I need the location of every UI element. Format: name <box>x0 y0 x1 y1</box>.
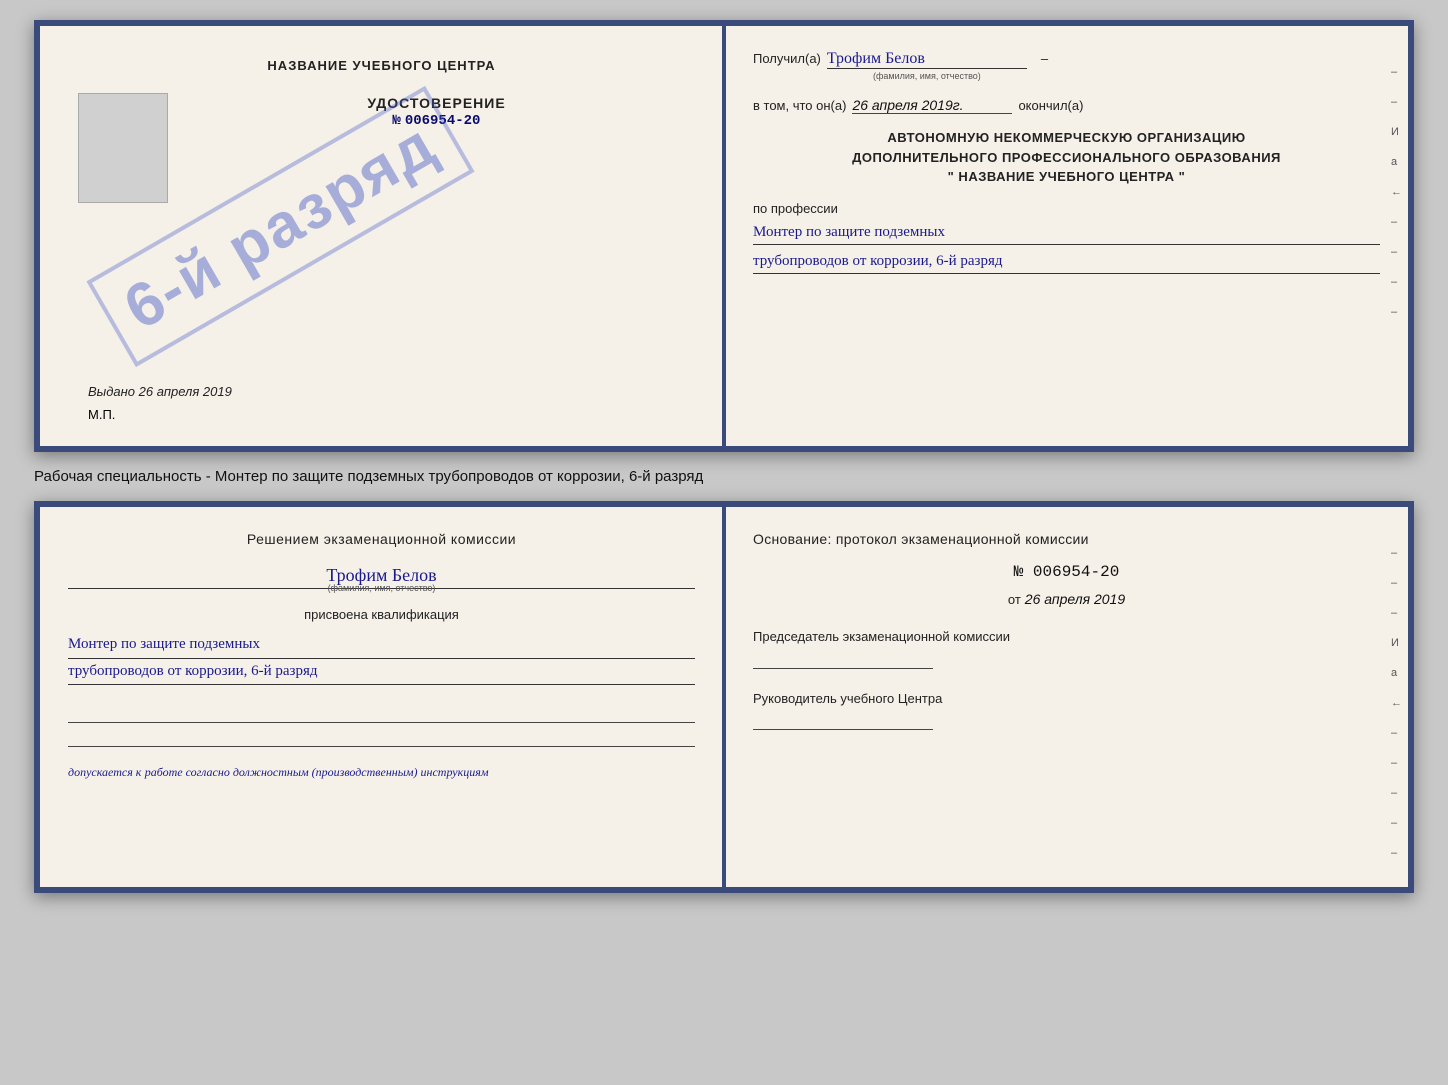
org-line3: " НАЗВАНИЕ УЧЕБНОГО ЦЕНТРА " <box>753 167 1380 187</box>
mark2-dash3: – <box>1391 607 1402 619</box>
top-certificate-book: НАЗВАНИЕ УЧЕБНОГО ЦЕНТРА УДОСТОВЕРЕНИЕ №… <box>34 20 1414 452</box>
predsedatel-block: Председатель экзаменационной комиссии <box>753 627 1380 669</box>
mark2-dash2: – <box>1391 577 1402 589</box>
qual-line2: трубопроводов от коррозии, 6-й разряд <box>68 659 695 686</box>
cert-number-value: 006954-20 <box>405 113 481 129</box>
po-prof-label: по профессии <box>753 201 1380 216</box>
poluchil-label: Получил(а) <box>753 51 821 66</box>
mark2-left: ← <box>1391 697 1402 709</box>
mark-dash1: – <box>1391 66 1402 78</box>
prisvoena-label: присвоена квалификация <box>68 607 695 622</box>
profession-line1: Монтер по защите подземных <box>753 220 1380 245</box>
vydano-line: Выдано 26 апреля 2019 <box>88 384 232 399</box>
mark2-dash5: – <box>1391 757 1402 769</box>
top-cert-title: НАЗВАНИЕ УЧЕБНОГО ЦЕНТРА <box>267 58 495 73</box>
top-cert-left: НАЗВАНИЕ УЧЕБНОГО ЦЕНТРА УДОСТОВЕРЕНИЕ №… <box>40 26 725 446</box>
ruk-label: Руководитель учебного Центра <box>753 689 1380 709</box>
mark2-i: И <box>1391 637 1402 649</box>
bottom-left-name-sub: (фамилия, имя, отчество) <box>68 583 695 593</box>
blank-line-2 <box>68 727 695 747</box>
mark-a: а <box>1391 156 1402 168</box>
mark2-dash4: – <box>1391 727 1402 739</box>
blank-lines <box>68 703 695 747</box>
mark-dash3: – <box>1391 216 1402 228</box>
org-block: АВТОНОМНУЮ НЕКОММЕРЧЕСКУЮ ОРГАНИЗАЦИЮ ДО… <box>753 128 1380 187</box>
mark-dash5: – <box>1391 276 1402 288</box>
mark2-dash6: – <box>1391 787 1402 799</box>
cert2-date: 26 апреля 2019 <box>1025 591 1125 607</box>
top-cert-right: Получил(а) Трофим Белов – (фамилия, имя,… <box>725 26 1408 446</box>
vtom-label: в том, что он(а) <box>753 98 846 113</box>
mark-left: ← <box>1391 186 1402 198</box>
bottom-cert-right: Основание: протокол экзаменационной коми… <box>725 507 1408 887</box>
bottom-cert-left: Решением экзаменационной комиссии Трофим… <box>40 507 725 887</box>
right-side-marks2: – – – И а ← – – – – – <box>1391 547 1402 859</box>
mark-dash4: – <box>1391 246 1402 258</box>
bottom-left-title: Решением экзаменационной комиссии <box>68 531 695 547</box>
prof-section: по профессии Монтер по защите подземных … <box>753 201 1380 274</box>
mark2-dash8: – <box>1391 847 1402 859</box>
vtom-date: 26 апреля 2019г. <box>852 97 1012 114</box>
qual-line1: Монтер по защите подземных <box>68 632 695 659</box>
org-line2: ДОПОЛНИТЕЛЬНОГО ПРОФЕССИОНАЛЬНОГО ОБРАЗО… <box>753 148 1380 168</box>
vydano-label: Выдано <box>88 384 135 399</box>
mark-dash2: – <box>1391 96 1402 108</box>
cert-photo-placeholder <box>78 93 168 203</box>
okochil-label: окончил(а) <box>1018 98 1083 113</box>
dopuskaetsya-label: допускается к <box>68 765 141 779</box>
cert-number: № 006954-20 <box>393 111 481 129</box>
udost-label: УДОСТОВЕРЕНИЕ <box>367 95 505 111</box>
dopuskaetsya-value: работе согласно должностным (производств… <box>145 765 489 779</box>
mark2-dash1: – <box>1391 547 1402 559</box>
ruk-block: Руководитель учебного Центра <box>753 689 1380 731</box>
profession-line2: трубопроводов от коррозии, 6-й разряд <box>753 249 1380 274</box>
poluchil-line: Получил(а) Трофим Белов – <box>753 50 1380 69</box>
qual-block: Монтер по защите подземных трубопроводов… <box>68 632 695 685</box>
specialty-label: Рабочая специальность - Монтер по защите… <box>34 464 1414 489</box>
mark-i: И <box>1391 126 1402 138</box>
org-line1: АВТОНОМНУЮ НЕКОММЕРЧЕСКУЮ ОРГАНИЗАЦИЮ <box>753 128 1380 148</box>
mark-dash6: – <box>1391 306 1402 318</box>
dopuskaetsya-block: допускается к работе согласно должностны… <box>68 765 695 780</box>
vydano-date: 26 апреля 2019 <box>139 384 232 399</box>
bottom-certificate-book: Решением экзаменационной комиссии Трофим… <box>34 501 1414 893</box>
predsedatel-line <box>753 649 933 669</box>
date-prefix: от <box>1008 592 1021 607</box>
dash1: – <box>1041 51 1048 66</box>
cert2-number: № 006954-20 <box>753 563 1380 581</box>
poluchil-sub: (фамилия, имя, отчество) <box>873 71 1380 81</box>
mp-label: М.П. <box>88 407 232 422</box>
vtom-line: в том, что он(а) 26 апреля 2019г. окончи… <box>753 97 1380 114</box>
ruk-line <box>753 710 933 730</box>
mark2-dash7: – <box>1391 817 1402 829</box>
predsedatel-label: Председатель экзаменационной комиссии <box>753 627 1380 647</box>
mark2-a: а <box>1391 667 1402 679</box>
osnov-label: Основание: протокол экзаменационной коми… <box>753 531 1380 547</box>
poluchil-name: Трофим Белов <box>827 50 1027 69</box>
blank-line-1 <box>68 703 695 723</box>
right-side-marks: – – И а ← – – – – <box>1391 66 1402 318</box>
cert2-date-line: от 26 апреля 2019 <box>753 591 1380 607</box>
